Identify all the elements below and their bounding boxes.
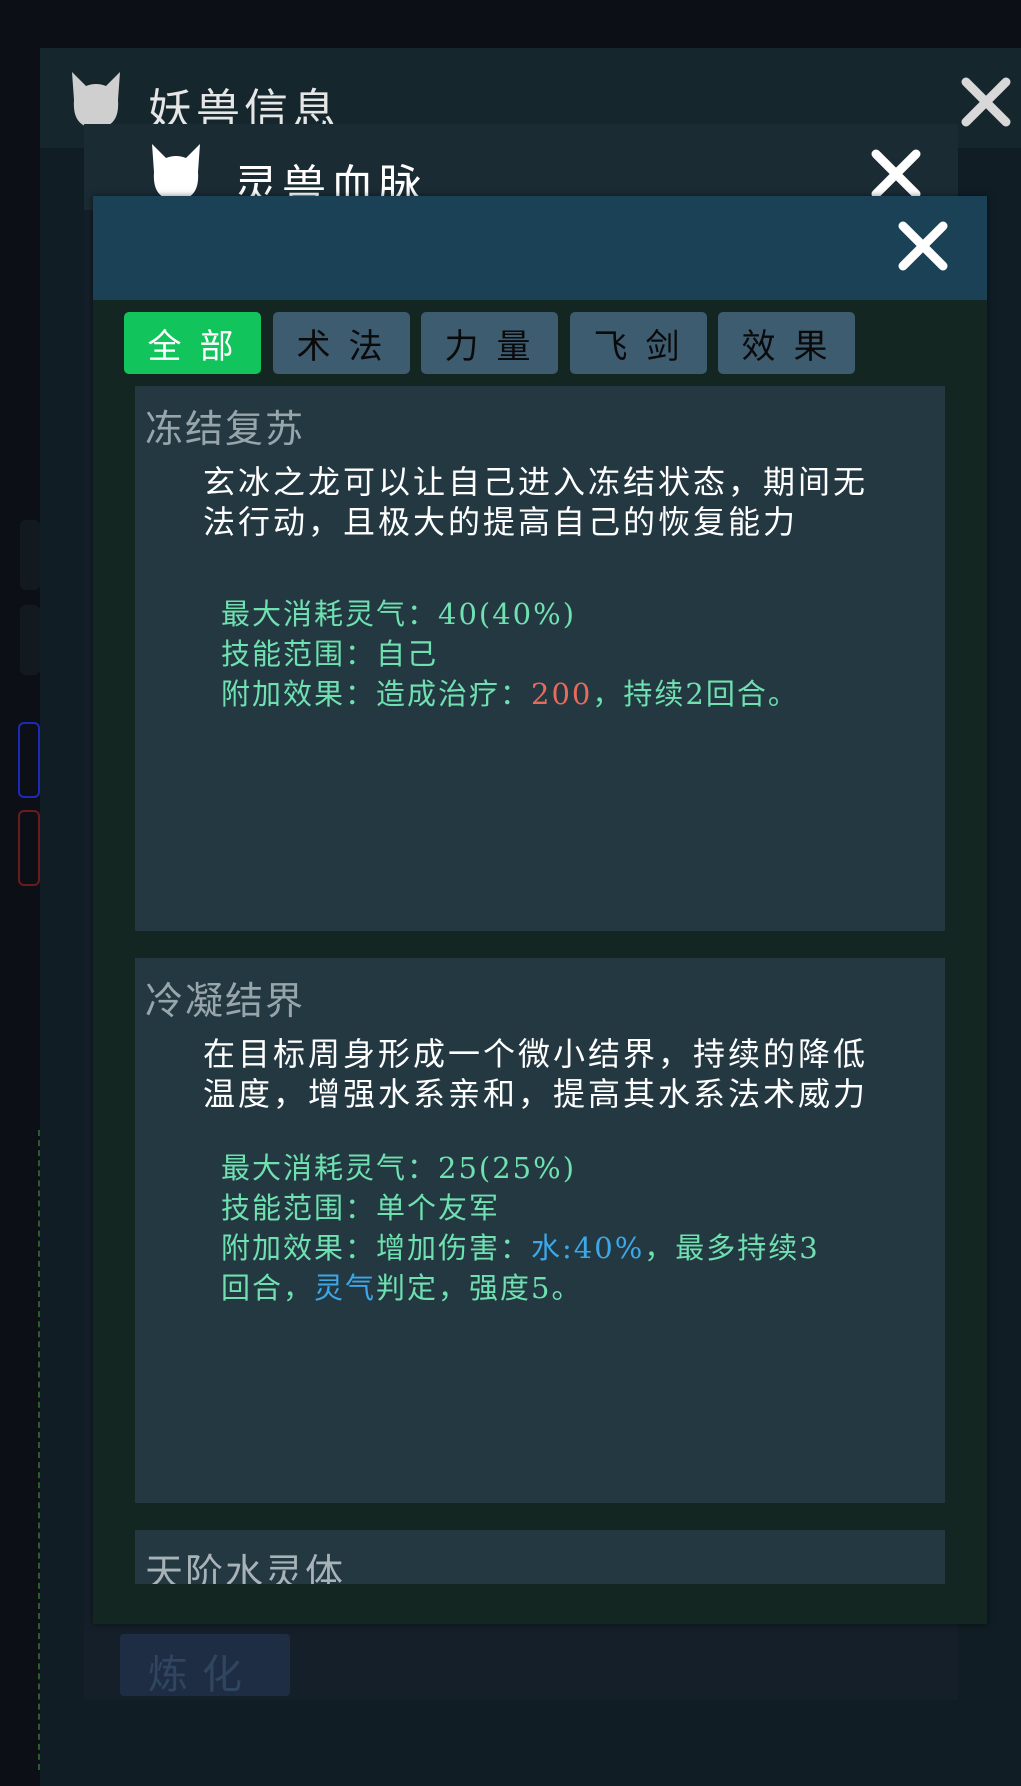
skill-description: 在目标周身形成一个微小结界，持续的降低温度，增强水系亲和，提高其水系法术威力 <box>203 1035 869 1113</box>
effect-middle: ，最多持续3 <box>644 1231 820 1265</box>
skill-stats: 最大消耗灵气：25(25%) 技能范围：单个友军 附加效果：增加伤害：水:40%… <box>221 1148 901 1308</box>
effect-line-2: 回合，灵气判定，强度5。 <box>221 1268 901 1308</box>
close-icon[interactable] <box>866 144 926 204</box>
range-line: 技能范围：自己 <box>221 634 901 674</box>
tab-strength[interactable]: 力量 <box>421 312 558 374</box>
cat-icon <box>152 144 200 200</box>
range-value: 单个友军 <box>376 1191 501 1225</box>
effect-line: 附加效果：造成治疗：200，持续2回合。 <box>221 674 901 714</box>
background-divider <box>38 1130 42 1770</box>
skill-title: 天阶水灵体 <box>145 1551 346 1584</box>
max-cost-line: 最大消耗灵气：25(25%) <box>221 1148 901 1188</box>
max-cost-line: 最大消耗灵气：40(40%) <box>221 594 901 634</box>
effect-line2-prefix: 回合， <box>221 1271 315 1305</box>
range-value: 自己 <box>376 637 439 671</box>
range-label: 技能范围： <box>221 1191 377 1225</box>
range-label: 技能范围： <box>221 637 377 671</box>
max-cost-value: 40(40%) <box>438 597 577 631</box>
refine-label: 炼化 <box>148 1652 256 1698</box>
tab-effect[interactable]: 效果 <box>718 312 855 374</box>
range-line: 技能范围：单个友军 <box>221 1188 901 1228</box>
effect-prefix: 增加伤害： <box>376 1231 532 1265</box>
background-panel <box>20 520 40 590</box>
skill-title: 冷凝结界 <box>145 979 306 1023</box>
heal-value: 200 <box>531 677 593 711</box>
skill-description: 玄冰之龙可以让自己进入冻结状态，期间无法行动，且极大的提高自己的恢复能力 <box>203 463 869 541</box>
tab-flying-sword[interactable]: 飞剑 <box>570 312 707 374</box>
skill-panel: 全部 术法 力量 飞剑 效果 冻结复苏 玄冰之龙可以让自己进入冻结状态，期间无法… <box>93 196 987 1624</box>
effect-suffix: ，持续2回合。 <box>592 677 799 711</box>
background-slot <box>18 722 40 798</box>
element-value: 水:40% <box>531 1231 645 1265</box>
cat-icon <box>72 72 120 128</box>
skill-stats: 最大消耗灵气：40(40%) 技能范围：自己 附加效果：造成治疗：200，持续2… <box>221 594 901 714</box>
skill-card[interactable]: 冻结复苏 玄冰之龙可以让自己进入冻结状态，期间无法行动，且极大的提高自己的恢复能… <box>135 386 945 931</box>
refine-button[interactable]: 炼化 <box>120 1634 290 1698</box>
skill-card[interactable]: 冷凝结界 在目标周身形成一个微小结界，持续的降低温度，增强水系亲和，提高其水系法… <box>135 958 945 1503</box>
effect-line: 附加效果：增加伤害：水:40%，最多持续3 <box>221 1228 901 1268</box>
skill-panel-header <box>93 196 987 300</box>
effect-line2-suffix: 判定，强度5。 <box>376 1271 583 1305</box>
background-slot <box>18 810 40 886</box>
spirit-check-label: 灵气 <box>314 1271 377 1305</box>
effect-prefix: 造成治疗： <box>376 677 532 711</box>
effect-label: 附加效果： <box>221 1231 377 1265</box>
background-panel <box>20 605 40 675</box>
close-icon[interactable] <box>893 216 953 276</box>
max-cost-label: 最大消耗灵气： <box>221 1151 439 1185</box>
max-cost-value: 25(25%) <box>438 1151 577 1185</box>
tab-all[interactable]: 全部 <box>124 312 261 374</box>
max-cost-label: 最大消耗灵气： <box>221 597 439 631</box>
skill-card[interactable]: 天阶水灵体 <box>135 1530 945 1584</box>
tab-spell[interactable]: 术法 <box>273 312 410 374</box>
skill-title: 冻结复苏 <box>145 407 306 451</box>
skill-list[interactable]: 冻结复苏 玄冰之龙可以让自己进入冻结状态，期间无法行动，且极大的提高自己的恢复能… <box>135 386 945 1584</box>
effect-label: 附加效果： <box>221 677 377 711</box>
close-icon[interactable] <box>956 72 1016 132</box>
